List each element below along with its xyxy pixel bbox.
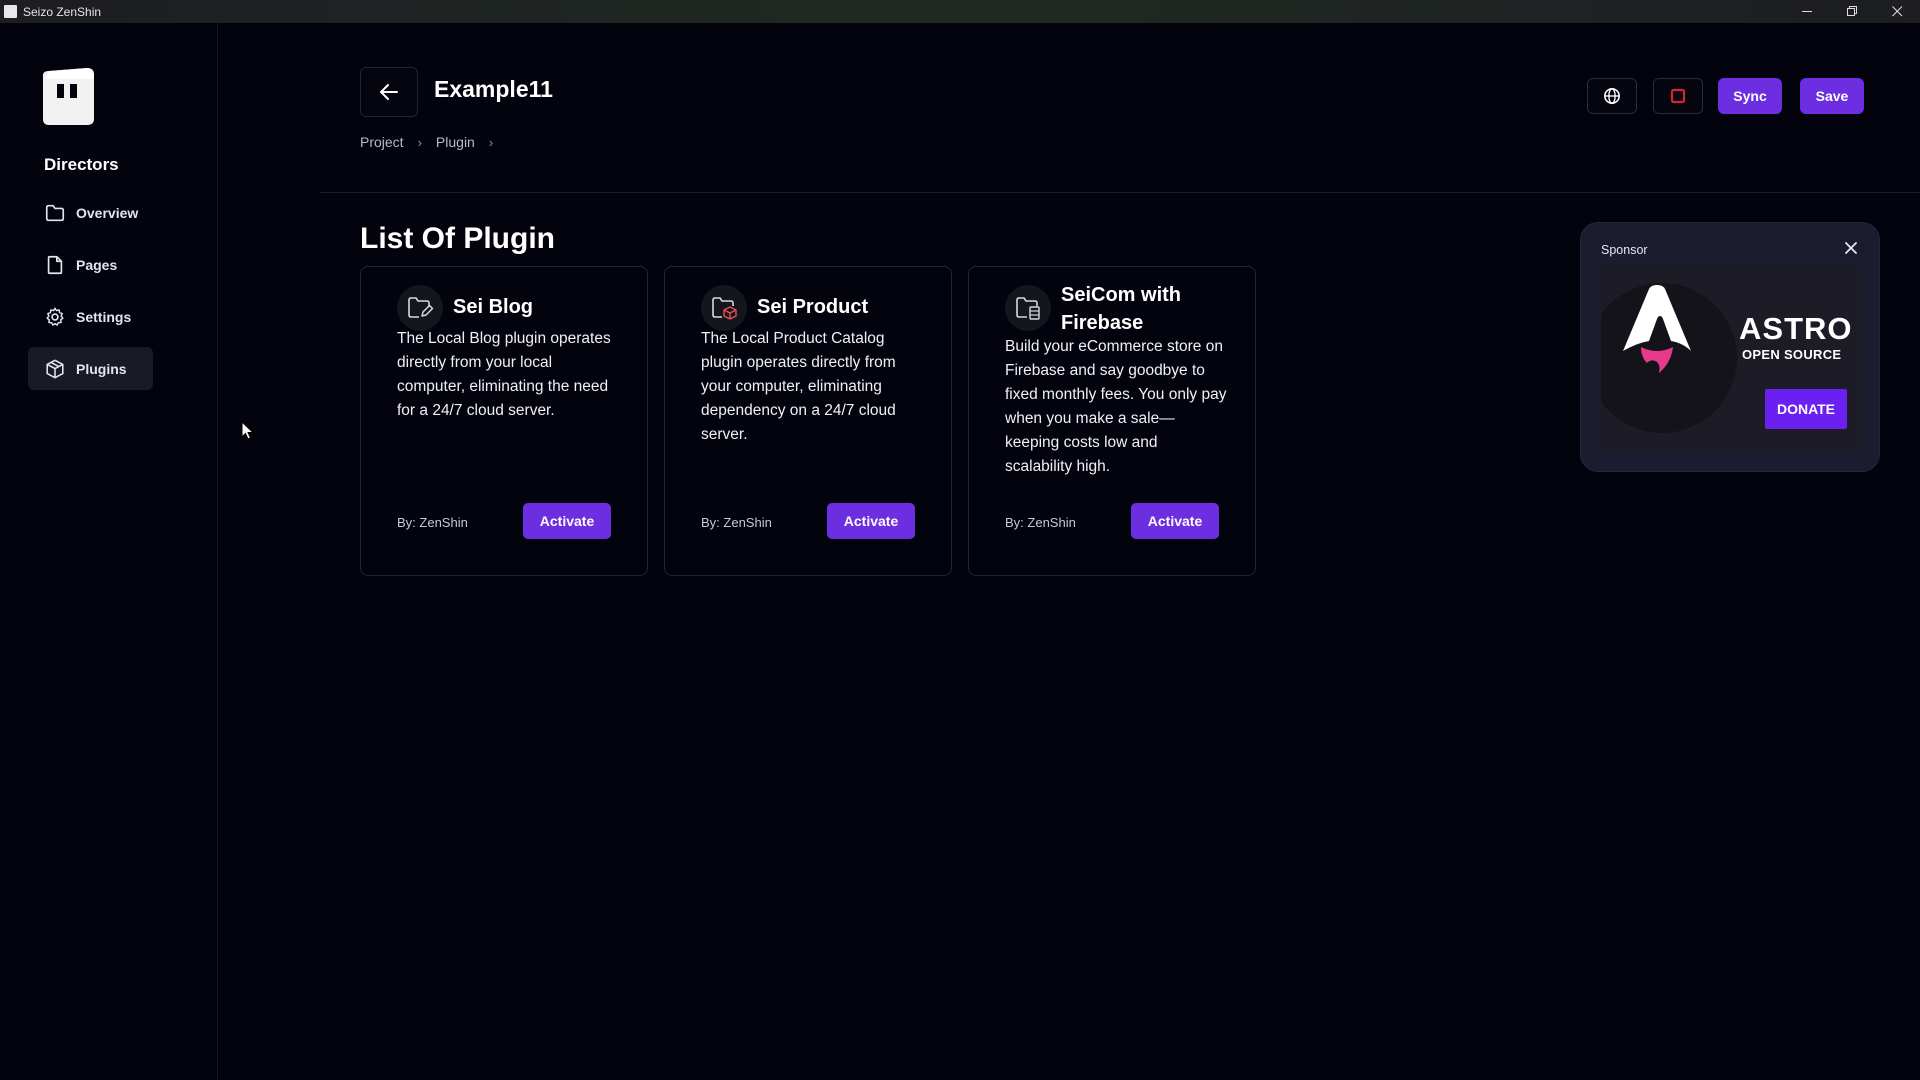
breadcrumb-item-plugin[interactable]: Plugin: [436, 134, 475, 150]
plugin-author: By: ZenShin: [701, 515, 772, 530]
mouse-cursor-icon: [241, 421, 255, 440]
sponsor-panel: Sponsor ASTRO OPEN SOURCE DONATE: [1580, 222, 1880, 472]
header-divider: [320, 192, 1920, 193]
close-sponsor-button[interactable]: [1845, 241, 1857, 258]
plugin-description: The Local Blog plugin operates directly …: [397, 330, 611, 419]
activate-button[interactable]: Activate: [1131, 503, 1219, 539]
globe-icon: [1604, 88, 1620, 104]
ad-title: ASTRO: [1739, 311, 1853, 346]
minimize-button[interactable]: [1785, 0, 1830, 23]
app-icon: [4, 5, 17, 18]
sidebar-item-pages[interactable]: Pages: [28, 243, 153, 286]
sidebar-item-label: Settings: [76, 308, 132, 325]
activate-button[interactable]: Activate: [827, 503, 915, 539]
folder-box-icon: [701, 285, 747, 331]
breadcrumb-item-project[interactable]: Project: [360, 134, 404, 150]
sponsor-ad[interactable]: ASTRO OPEN SOURCE DONATE: [1601, 265, 1861, 451]
plugin-author: By: ZenShin: [397, 515, 468, 530]
folder-icon: [45, 204, 65, 221]
sidebar-item-overview[interactable]: Overview: [28, 191, 153, 234]
window-controls: [1785, 0, 1920, 23]
sidebar-item-label: Pages: [76, 256, 118, 273]
breadcrumb: Project › Plugin ›: [360, 134, 507, 150]
sidebar-heading: Directors: [44, 155, 119, 174]
plugin-description: Build your eCommerce store on Firebase a…: [1005, 338, 1227, 475]
page-title: Example11: [434, 76, 553, 102]
sidebar-item-label: Plugins: [76, 360, 127, 377]
close-icon: [1892, 6, 1903, 17]
close-icon: [1845, 242, 1857, 254]
sync-button[interactable]: Sync: [1718, 78, 1782, 114]
stop-button[interactable]: [1653, 78, 1703, 114]
plugin-card: SeiCom with Firebase Build your eCommerc…: [968, 266, 1256, 576]
section-title: List Of Plugin: [360, 222, 555, 255]
plugin-author: By: ZenShin: [1005, 515, 1076, 530]
activate-button[interactable]: Activate: [523, 503, 611, 539]
minimize-icon: [1802, 11, 1812, 12]
save-button[interactable]: Save: [1800, 78, 1864, 114]
astro-logo-icon: [1623, 285, 1691, 373]
package-icon: [46, 359, 64, 378]
app-logo[interactable]: [39, 67, 97, 127]
chevron-right-icon: ›: [488, 134, 494, 150]
chevron-right-icon: ›: [417, 134, 422, 150]
gear-icon: [46, 307, 64, 326]
stop-icon: [1670, 88, 1686, 104]
sidebar-item-label: Overview: [76, 204, 139, 221]
plugin-title: SeiCom with Firebase: [1061, 284, 1182, 334]
arrow-left-icon: [380, 84, 398, 100]
plugin-title: Sei Blog: [453, 296, 534, 318]
window-titlebar: Seizo ZenShin: [0, 0, 1920, 23]
donate-button[interactable]: DONATE: [1765, 389, 1847, 429]
sponsor-label: Sponsor: [1601, 243, 1648, 257]
file-icon: [47, 255, 63, 274]
sidebar-nav: Overview Pages Settings Plugins: [28, 191, 153, 399]
folder-edit-icon: [397, 285, 443, 331]
preview-web-button[interactable]: [1587, 78, 1637, 114]
plugin-card: Sei Blog The Local Blog plugin operates …: [360, 266, 648, 576]
sidebar: Directors Overview Pages Settings Plugin…: [0, 23, 218, 1080]
sidebar-item-plugins[interactable]: Plugins: [28, 347, 153, 390]
window-title: Seizo ZenShin: [23, 4, 102, 19]
restore-button[interactable]: [1830, 0, 1875, 23]
plugin-title: Sei Product: [757, 296, 869, 318]
plugin-description: The Local Product Catalog plugin operate…: [701, 330, 896, 443]
folder-database-icon: [1005, 285, 1051, 331]
plugin-card: Sei Product The Local Product Catalog pl…: [664, 266, 952, 576]
close-window-button[interactable]: [1875, 0, 1920, 23]
ad-subtitle: OPEN SOURCE: [1742, 347, 1842, 362]
sidebar-item-settings[interactable]: Settings: [28, 295, 153, 338]
restore-icon: [1847, 6, 1857, 16]
back-button[interactable]: [360, 67, 418, 117]
